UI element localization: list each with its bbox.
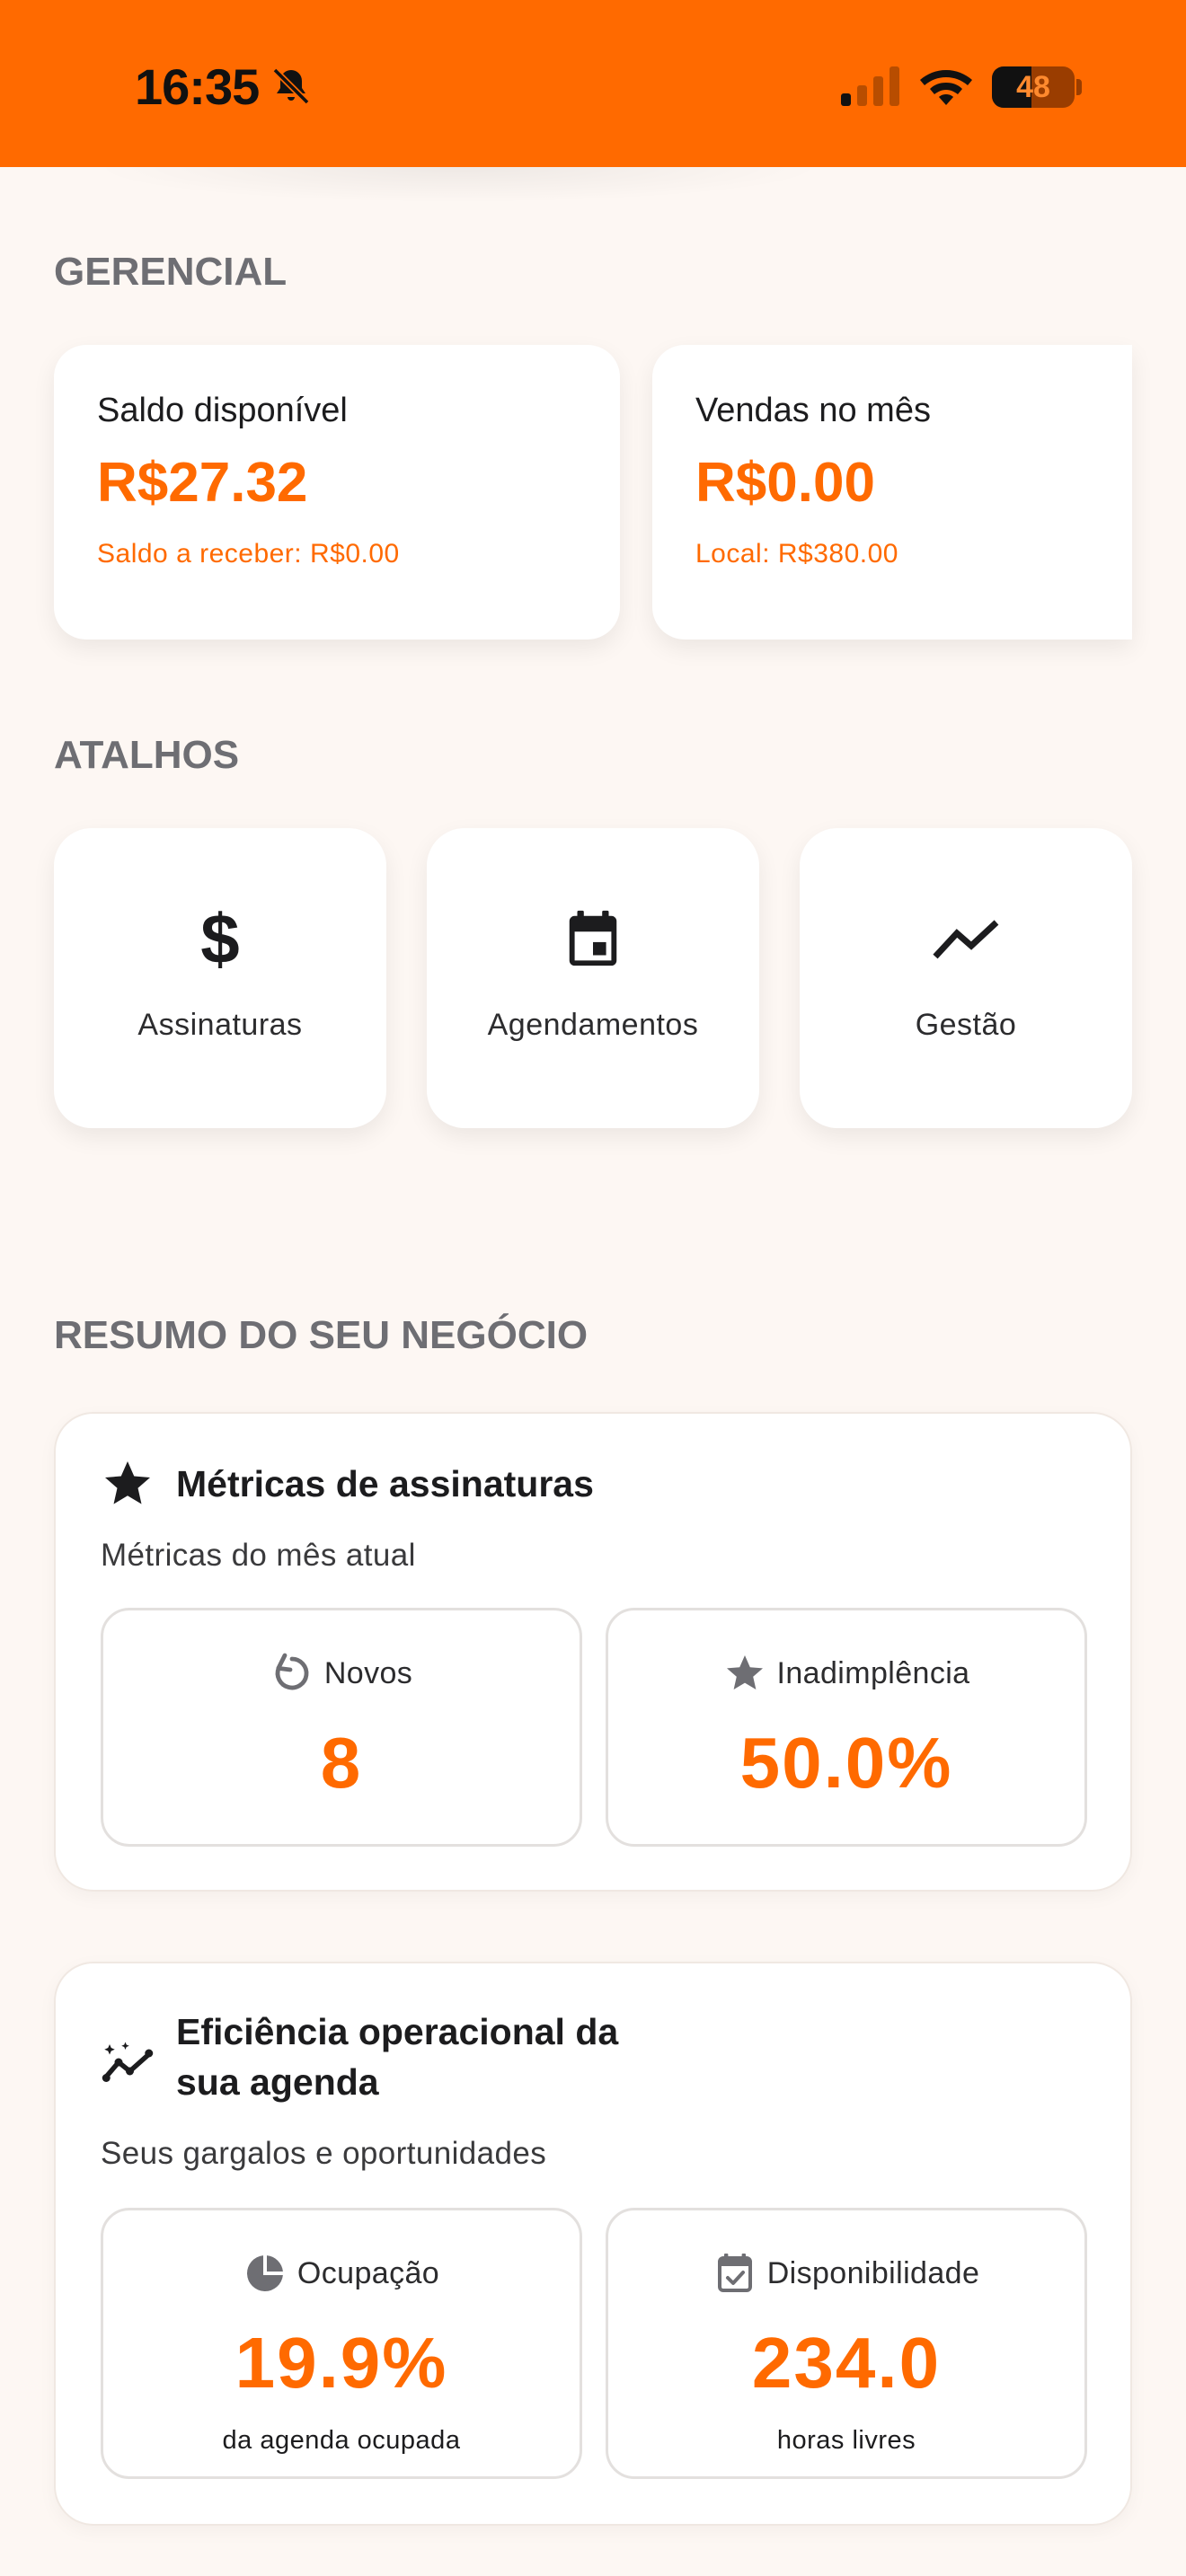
subscription-metrics-subtitle: Métricas do mês atual: [101, 1538, 416, 1573]
shortcut-label-gestao: Gestão: [915, 1008, 1017, 1042]
metric-tile-inadimplencia[interactable]: Inadimplência 50.0%: [606, 1608, 1087, 1847]
pie-chart-icon: [246, 2255, 283, 2291]
calendar-check-icon: [717, 2254, 752, 2292]
saldo-value: R$27.32: [97, 452, 308, 514]
trending-up-icon: [930, 904, 1002, 975]
shortcut-label-assinaturas: Assinaturas: [137, 1008, 303, 1042]
metric-value-ocupacao: 19.9%: [235, 2323, 448, 2403]
star-icon: [726, 1655, 763, 1689]
efficiency-title-line1: Eficiência operacional da: [176, 2011, 619, 2052]
status-bar: 16:35 48: [0, 0, 1186, 167]
section-title-gerencial: GERENCIAL: [54, 250, 288, 294]
metric-caption-ocupacao: da agenda ocupada: [222, 2426, 461, 2455]
metric-label-ocupacao: Ocupação: [296, 2255, 440, 2290]
metric-caption-disponibilidade: horas livres: [776, 2426, 916, 2455]
metric-label-novos: Novos: [323, 1655, 413, 1690]
saldo-card[interactable]: Saldo disponível R$27.32 Saldo a receber…: [54, 345, 620, 640]
wifi-icon: [920, 70, 972, 105]
efficiency-card: Eficiência operacional da sua agenda Seu…: [54, 1962, 1132, 2526]
metric-value-inadimplencia: 50.0%: [739, 1723, 953, 1803]
metric-tile-novos[interactable]: Novos 8: [101, 1608, 582, 1847]
metric-value-novos: 8: [320, 1723, 363, 1803]
calendar-icon: [557, 904, 629, 975]
metric-label-disponibilidade: Disponibilidade: [766, 2255, 980, 2290]
metric-tile-head: Novos: [103, 1652, 580, 1695]
refresh-icon: [275, 1653, 309, 1690]
efficiency-title-line2: sua agenda: [176, 2061, 379, 2103]
section-title-resumo: RESUMO DO SEU NEGÓCIO: [54, 1313, 589, 1357]
metric-value-disponibilidade: 234.0: [751, 2323, 942, 2403]
metric-tile-disponibilidade[interactable]: Disponibilidade 234.0 horas livres: [606, 2208, 1087, 2479]
bell-slash-icon: [272, 67, 310, 105]
status-time: 16:35: [135, 58, 260, 115]
saldo-sub: Saldo a receber: R$0.00: [97, 539, 400, 569]
cellular-signal-icon: [841, 66, 899, 106]
section-title-atalhos: ATALHOS: [54, 733, 240, 777]
vendas-sub: Local: R$380.00: [695, 539, 898, 569]
shortcut-label-agendamentos: Agendamentos: [487, 1008, 699, 1042]
efficiency-title: Eficiência operacional da sua agenda: [176, 2007, 618, 2107]
vendas-value: R$0.00: [695, 452, 875, 514]
subscription-metrics-card: Métricas de assinaturas Métricas do mês …: [54, 1412, 1132, 1892]
dollar-icon: $: [184, 904, 256, 975]
metric-tile-head: Ocupação: [103, 2252, 580, 2295]
header-shadow: [90, 167, 827, 203]
shortcut-agendamentos[interactable]: Agendamentos: [427, 828, 759, 1128]
shortcut-assinaturas[interactable]: $ Assinaturas: [54, 828, 386, 1128]
efficiency-subtitle: Seus gargalos e oportunidades: [101, 2136, 547, 2171]
subscription-metrics-title: Métricas de assinaturas: [176, 1463, 594, 1504]
metric-tile-ocupacao[interactable]: Ocupação 19.9% da agenda ocupada: [101, 2208, 582, 2479]
metric-label-inadimplencia: Inadimplência: [776, 1655, 970, 1690]
battery-level: 48: [1016, 69, 1050, 104]
metric-tile-head: Inadimplência: [608, 1652, 1084, 1695]
svg-text:$: $: [200, 907, 239, 972]
battery-indicator: 48: [992, 66, 1075, 108]
saldo-label: Saldo disponível: [97, 392, 348, 429]
battery-nub: [1076, 79, 1082, 95]
vendas-label: Vendas no mês: [695, 392, 931, 429]
vendas-card[interactable]: Vendas no mês R$0.00 Local: R$380.00: [652, 345, 1132, 640]
star-icon: [105, 1461, 150, 1504]
metric-tile-head: Disponibilidade: [608, 2252, 1084, 2295]
sparkline-icon: [102, 2042, 154, 2082]
shortcut-gestao[interactable]: Gestão: [800, 828, 1132, 1128]
